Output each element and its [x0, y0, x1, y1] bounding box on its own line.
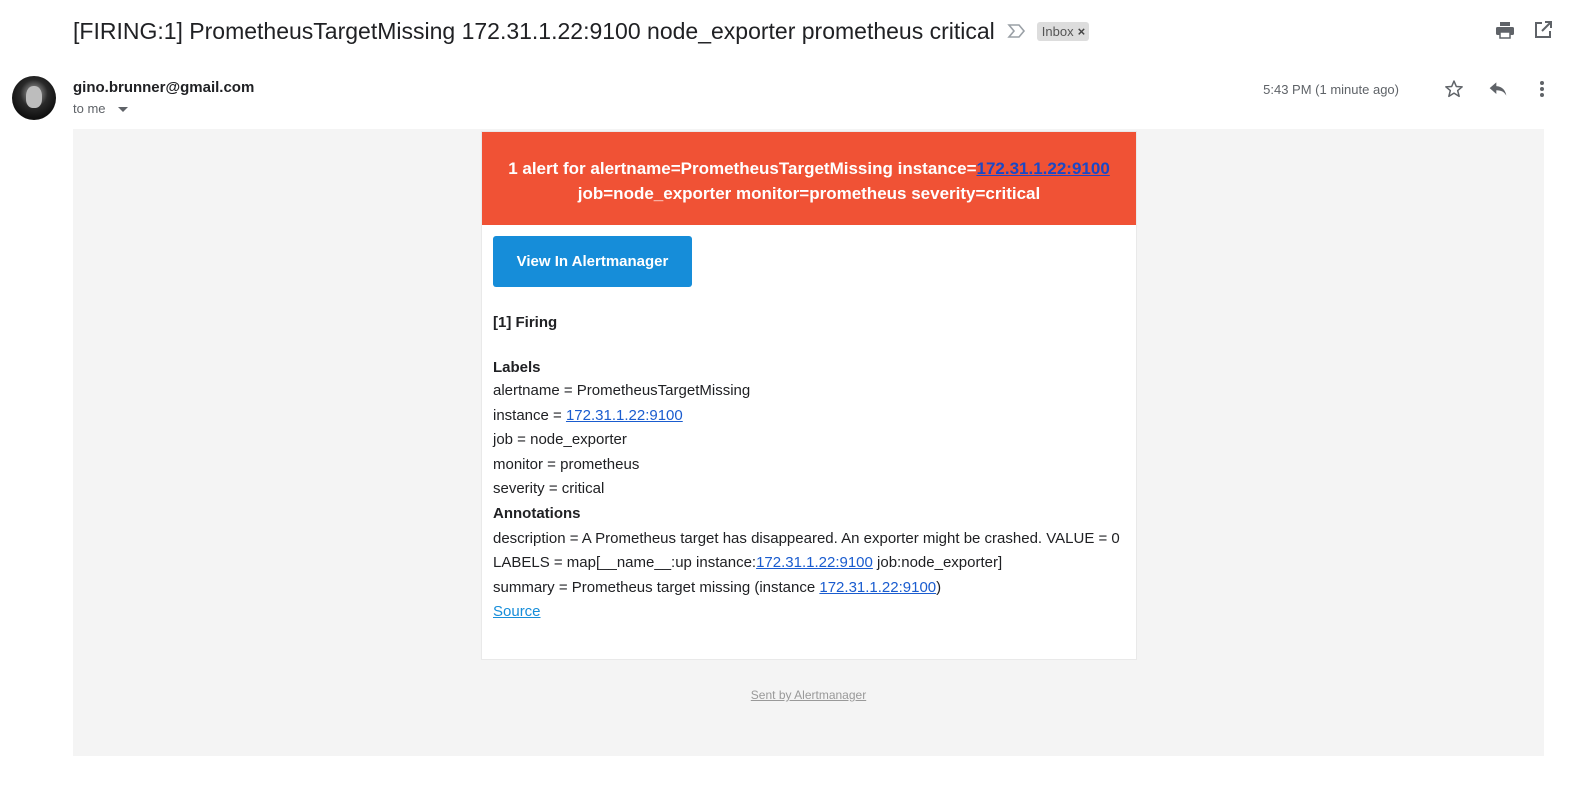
- timestamp: 5:43 PM (1 minute ago): [1263, 81, 1399, 97]
- label-alertname: alertname = PrometheusTargetMissing: [493, 382, 751, 399]
- alert-header-instance-link[interactable]: 172.31.1.22:9100: [977, 159, 1110, 178]
- open-in-new-window-icon[interactable]: [1533, 20, 1553, 40]
- alert-header: 1 alert for alertname=PrometheusTargetMi…: [482, 132, 1136, 225]
- message-body: 1 alert for alertname=PrometheusTargetMi…: [73, 129, 1544, 756]
- inbox-label-badge: Inbox ×: [1036, 21, 1090, 41]
- alert-header-line1: 1 alert for alertname=PrometheusTargetMi…: [482, 156, 1136, 181]
- annotation-description: description = A Prometheus target has di…: [493, 527, 1125, 576]
- labels-title: Labels: [493, 359, 541, 376]
- important-marker-icon[interactable]: [1007, 22, 1029, 40]
- label-instance-prefix: instance =: [493, 406, 566, 424]
- summary-text-end: ): [936, 578, 942, 596]
- label-monitor: monitor = prometheus: [493, 455, 640, 473]
- label-instance: instance = 172.31.1.22:9100: [493, 404, 1125, 429]
- footer: Sent by Alertmanager: [73, 688, 1544, 702]
- inbox-label-text: Inbox: [1041, 23, 1074, 39]
- message-meta: 5:43 PM (1 minute ago): [1263, 78, 1553, 100]
- alert-header-prefix: 1 alert for alertname=PrometheusTargetMi…: [508, 159, 977, 178]
- sent-by-alertmanager-link[interactable]: Sent by Alertmanager: [751, 688, 866, 702]
- source-link[interactable]: Source: [493, 603, 541, 620]
- alert-header-line2: job=node_exporter monitor=prometheus sev…: [577, 184, 1041, 203]
- summary-text: summary = Prometheus target missing (ins…: [493, 578, 820, 596]
- label-job: job = node_exporter: [493, 431, 627, 449]
- annotation-summary: summary = Prometheus target missing (ins…: [493, 576, 1125, 601]
- close-icon[interactable]: ×: [1078, 24, 1086, 39]
- avatar[interactable]: [12, 76, 56, 120]
- reply-icon[interactable]: [1487, 78, 1509, 100]
- description-text-end: job:node_exporter]: [872, 554, 1003, 572]
- firing-title: [1] Firing: [493, 314, 558, 331]
- star-icon[interactable]: [1443, 78, 1465, 100]
- label-instance-link[interactable]: 172.31.1.22:9100: [566, 407, 683, 424]
- recipient-line[interactable]: to me: [73, 101, 128, 116]
- recipient-text: to me: [73, 101, 106, 116]
- top-actions: [1495, 20, 1553, 40]
- sender-email[interactable]: gino.brunner@gmail.com: [73, 79, 254, 96]
- print-icon[interactable]: [1495, 20, 1515, 40]
- annotations-title: Annotations: [493, 504, 581, 522]
- label-severity: severity = critical: [493, 480, 605, 498]
- description-instance-link[interactable]: 172.31.1.22:9100: [756, 554, 873, 571]
- subject-row: [FIRING:1] PrometheusTargetMissing 172.3…: [73, 14, 1090, 48]
- more-vert-icon[interactable]: [1531, 78, 1553, 100]
- alert-card: 1 alert for alertname=PrometheusTargetMi…: [481, 131, 1137, 660]
- alert-content: View In Alertmanager [1] Firing Labels a…: [482, 225, 1136, 624]
- view-in-alertmanager-button[interactable]: View In Alertmanager: [493, 236, 692, 287]
- summary-instance-link[interactable]: 172.31.1.22:9100: [819, 579, 936, 596]
- email-subject: [FIRING:1] PrometheusTargetMissing 172.3…: [73, 17, 995, 44]
- dropdown-caret-icon[interactable]: [117, 107, 128, 112]
